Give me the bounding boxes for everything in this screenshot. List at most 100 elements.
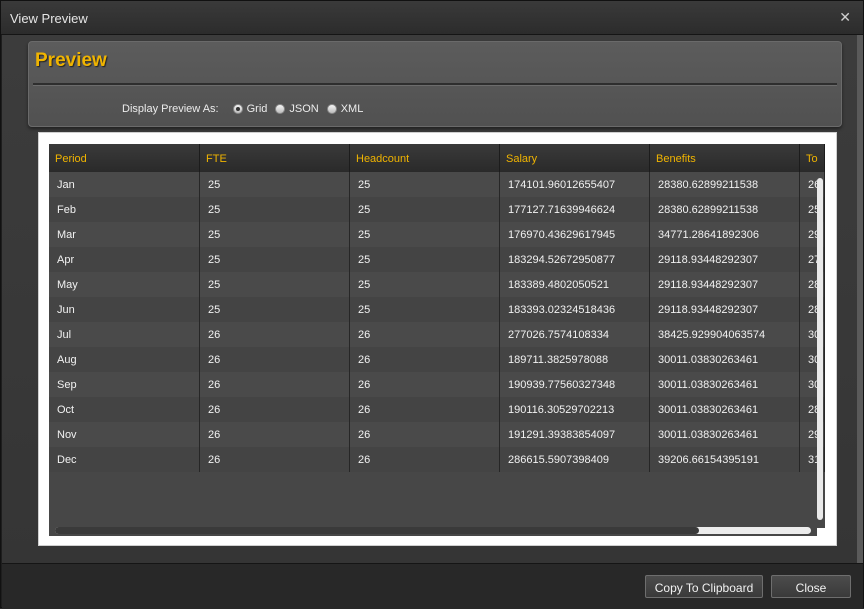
preview-title: Preview (35, 50, 107, 71)
cell-salary: 183389.4802050521 (500, 272, 650, 297)
view-preview-dialog: View Preview ✕ Preview Display Preview A… (0, 0, 864, 609)
dialog-scrollbar[interactable] (857, 35, 863, 563)
cell-salary: 286615.5907398409 (500, 447, 650, 472)
cell-benefits: 29118.93448292307 (650, 247, 800, 272)
table-row[interactable]: Jul 26 26 277026.7574108334 38425.929904… (49, 322, 825, 347)
cell-salary: 277026.7574108334 (500, 322, 650, 347)
radio-xml-indicator[interactable] (326, 104, 337, 114)
cell-period: Nov (49, 422, 200, 447)
cell-period: Mar (49, 222, 200, 247)
dialog-footer: Copy To Clipboard Close (2, 563, 863, 609)
cell-period: Dec (49, 447, 200, 472)
table-row[interactable]: Apr 25 25 183294.52672950877 29118.93448… (49, 247, 825, 272)
cell-period: Oct (49, 397, 200, 422)
column-header-benefits[interactable]: Benefits (650, 144, 800, 172)
grid-horizontal-scrollbar-thumb[interactable] (55, 527, 699, 534)
column-header-period[interactable]: Period (49, 144, 200, 172)
copy-to-clipboard-button[interactable]: Copy To Clipboard (645, 575, 763, 598)
cell-benefits: 30011.03830263461 (650, 422, 800, 447)
cell-period: Sep (49, 372, 200, 397)
radio-grid-indicator[interactable] (232, 104, 243, 114)
column-header-salary[interactable]: Salary (500, 144, 650, 172)
preview-frame: Period FTE Headcount Salary Benefits To … (38, 132, 837, 546)
column-header-fte[interactable]: FTE (200, 144, 350, 172)
column-header-total[interactable]: To (800, 144, 825, 172)
radio-xml-label: XML (340, 103, 364, 115)
column-header-headcount[interactable]: Headcount (350, 144, 500, 172)
radio-json[interactable]: JSON (275, 103, 319, 115)
table-row[interactable]: May 25 25 183389.4802050521 29118.934482… (49, 272, 825, 297)
cell-headcount: 26 (350, 447, 500, 472)
cell-benefits: 29118.93448292307 (650, 297, 800, 322)
cell-fte: 25 (200, 247, 350, 272)
radio-xml[interactable]: XML (326, 103, 364, 115)
panel-divider (33, 83, 837, 86)
cell-benefits: 34771.28641892306 (650, 222, 800, 247)
cell-fte: 26 (200, 372, 350, 397)
cell-headcount: 26 (350, 347, 500, 372)
radio-grid[interactable]: Grid (232, 103, 268, 115)
cell-fte: 26 (200, 322, 350, 347)
cell-headcount: 26 (350, 422, 500, 447)
cell-salary: 176970.43629617945 (500, 222, 650, 247)
cell-fte: 26 (200, 422, 350, 447)
grid-vertical-scrollbar[interactable] (817, 178, 823, 520)
close-icon[interactable]: ✕ (839, 10, 851, 24)
close-button[interactable]: Close (771, 575, 851, 598)
cell-benefits: 30011.03830263461 (650, 347, 800, 372)
radio-grid-label: Grid (246, 103, 268, 115)
table-row[interactable]: Feb 25 25 177127.71639946624 28380.62899… (49, 197, 825, 222)
data-grid: Period FTE Headcount Salary Benefits To … (49, 144, 825, 536)
cell-period: Apr (49, 247, 200, 272)
cell-benefits: 39206.66154395191 (650, 447, 800, 472)
cell-benefits: 28380.62899211538 (650, 172, 800, 197)
cell-headcount: 26 (350, 372, 500, 397)
window-title: View Preview (10, 11, 88, 26)
table-row[interactable]: Sep 26 26 190939.77560327348 30011.03830… (49, 372, 825, 397)
radio-json-indicator[interactable] (275, 104, 286, 114)
cell-salary: 183393.02324518436 (500, 297, 650, 322)
table-row[interactable]: Jun 25 25 183393.02324518436 29118.93448… (49, 297, 825, 322)
cell-headcount: 25 (350, 172, 500, 197)
cell-fte: 26 (200, 347, 350, 372)
cell-headcount: 25 (350, 272, 500, 297)
table-row[interactable]: Aug 26 26 189711.3825978088 30011.038302… (49, 347, 825, 372)
cell-headcount: 26 (350, 322, 500, 347)
cell-period: Feb (49, 197, 200, 222)
cell-headcount: 25 (350, 222, 500, 247)
cell-salary: 191291.39383854097 (500, 422, 650, 447)
cell-period: Jul (49, 322, 200, 347)
cell-headcount: 25 (350, 297, 500, 322)
table-row[interactable]: Dec 26 26 286615.5907398409 39206.661543… (49, 447, 825, 472)
cell-benefits: 30011.03830263461 (650, 372, 800, 397)
cell-fte: 26 (200, 397, 350, 422)
cell-fte: 25 (200, 297, 350, 322)
cell-benefits: 29118.93448292307 (650, 272, 800, 297)
cell-period: Jan (49, 172, 200, 197)
cell-salary: 177127.71639946624 (500, 197, 650, 222)
cell-fte: 26 (200, 447, 350, 472)
cell-headcount: 26 (350, 397, 500, 422)
table-row[interactable]: Nov 26 26 191291.39383854097 30011.03830… (49, 422, 825, 447)
cell-benefits: 28380.62899211538 (650, 197, 800, 222)
cell-period: Jun (49, 297, 200, 322)
title-bar[interactable]: View Preview ✕ (1, 1, 863, 35)
cell-fte: 25 (200, 222, 350, 247)
display-preview-label: Display Preview As: (122, 103, 219, 115)
grid-header: Period FTE Headcount Salary Benefits To (49, 144, 825, 172)
cell-fte: 25 (200, 272, 350, 297)
cell-period: Aug (49, 347, 200, 372)
table-row[interactable]: Mar 25 25 176970.43629617945 34771.28641… (49, 222, 825, 247)
table-row[interactable]: Jan 25 25 174101.96012655407 28380.62899… (49, 172, 825, 197)
cell-period: May (49, 272, 200, 297)
radio-json-label: JSON (289, 103, 319, 115)
cell-salary: 183294.52672950877 (500, 247, 650, 272)
scrollbar-corner (817, 528, 825, 536)
cell-salary: 174101.96012655407 (500, 172, 650, 197)
table-row[interactable]: Oct 26 26 190116.30529702213 30011.03830… (49, 397, 825, 422)
cell-salary: 189711.3825978088 (500, 347, 650, 372)
cell-headcount: 25 (350, 197, 500, 222)
cell-headcount: 25 (350, 247, 500, 272)
cell-salary: 190939.77560327348 (500, 372, 650, 397)
preview-panel: Preview Display Preview As: Grid JSON XM… (28, 41, 842, 127)
